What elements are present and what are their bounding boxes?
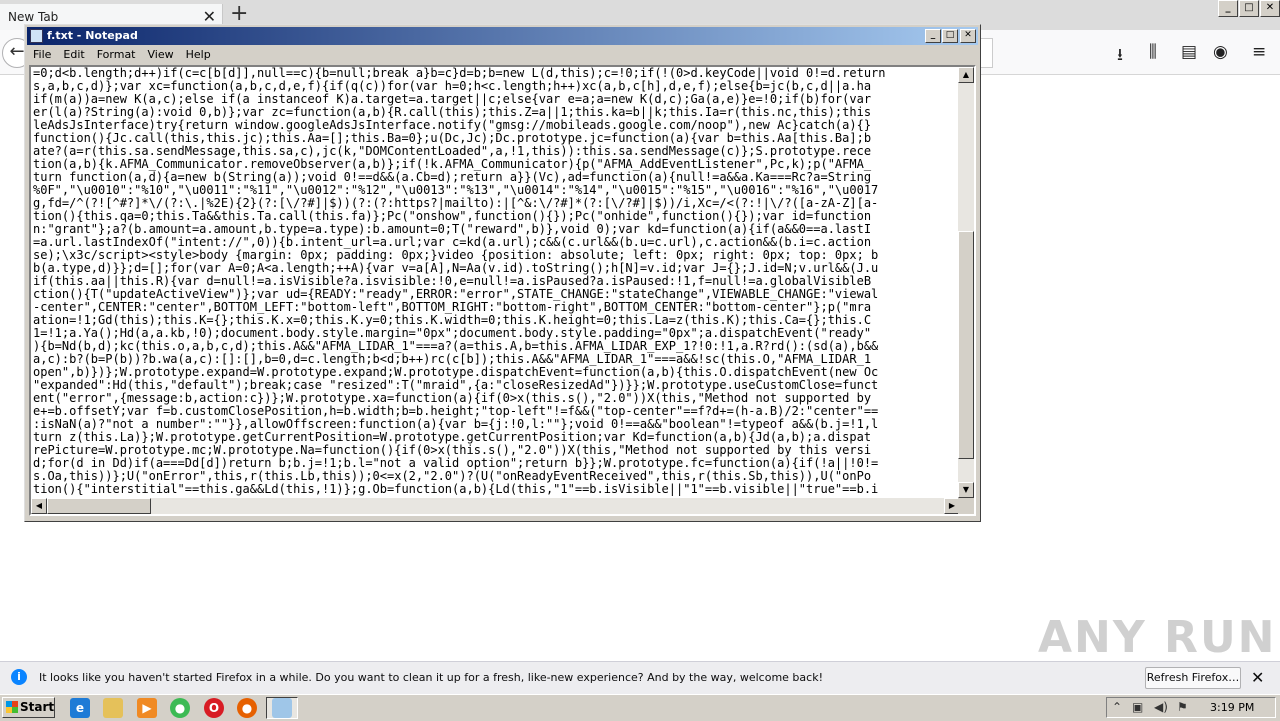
scroll-down-button[interactable]: ▼ xyxy=(958,482,974,498)
menu-icon[interactable]: ≡ xyxy=(1252,42,1266,62)
firefox-window-controls: _ □ ✕ xyxy=(1217,0,1280,17)
text-line: tion(){"interstitial"==this.ga&&Ld(this,… xyxy=(33,482,879,496)
media-player-icon[interactable]: ▶ xyxy=(137,698,157,718)
notepad-title-bar[interactable]: f.txt - Notepad _ □ ✕ xyxy=(27,27,978,45)
tray-expand-icon[interactable]: ⌃ xyxy=(1112,700,1122,714)
notepad-icon xyxy=(272,698,292,718)
window-title: f.txt - Notepad xyxy=(47,29,138,42)
opera-icon[interactable]: O xyxy=(204,698,224,718)
notification-close-icon[interactable]: ✕ xyxy=(1251,668,1264,687)
text-content[interactable]: =0;d<b.length;d++)if(c=c[b[d]],null==c){… xyxy=(31,67,960,498)
system-tray: ⌃ ▣ ◀) ⚑ 3:19 PM xyxy=(1106,697,1276,718)
windows-logo-icon xyxy=(6,701,18,713)
volume-icon[interactable]: ◀) xyxy=(1154,700,1168,714)
minimize-button[interactable]: _ xyxy=(1218,0,1238,17)
notepad-close-button[interactable]: ✕ xyxy=(960,29,976,43)
clock[interactable]: 3:19 PM xyxy=(1210,701,1254,714)
url-bar[interactable] xyxy=(980,38,993,68)
start-label: Start xyxy=(20,700,55,714)
taskbar-notepad-active[interactable] xyxy=(266,697,298,719)
firefox-icon[interactable]: ● xyxy=(237,698,257,718)
notepad-window-controls: _ □ ✕ xyxy=(924,29,976,43)
notepad-minimize-button[interactable]: _ xyxy=(925,29,941,43)
chrome-icon[interactable]: ● xyxy=(170,698,190,718)
folder-icon[interactable] xyxy=(103,698,123,718)
notepad-maximize-button[interactable]: □ xyxy=(942,29,958,43)
vertical-scroll-thumb[interactable] xyxy=(958,231,974,459)
horizontal-scrollbar[interactable]: ◀ ▶ xyxy=(31,498,960,514)
action-center-icon[interactable]: ⚑ xyxy=(1177,700,1188,714)
refresh-notification-bar: i It looks like you haven't started Fire… xyxy=(0,661,1280,694)
maximize-button[interactable]: □ xyxy=(1239,0,1259,17)
anyrun-watermark: ANY RUN xyxy=(1038,612,1277,663)
menu-help[interactable]: Help xyxy=(180,46,217,64)
horizontal-scroll-thumb[interactable] xyxy=(47,498,151,514)
vertical-scrollbar[interactable]: ▲ ▼ xyxy=(958,67,974,498)
notepad-window: f.txt - Notepad _ □ ✕ File Edit Format V… xyxy=(24,24,981,522)
download-icon[interactable]: ⭳ xyxy=(1117,42,1123,71)
menu-edit[interactable]: Edit xyxy=(57,46,90,64)
scroll-left-button[interactable]: ◀ xyxy=(31,498,47,514)
taskbar: Start e ▶ ● O ● ⌃ ▣ ◀) ⚑ 3:19 PM xyxy=(0,694,1280,721)
info-icon: i xyxy=(11,669,27,685)
notepad-icon xyxy=(30,29,43,43)
refresh-firefox-button[interactable]: Refresh Firefox… xyxy=(1145,667,1241,689)
size-grip[interactable] xyxy=(958,498,974,514)
menu-format[interactable]: Format xyxy=(91,46,142,64)
notification-message: It looks like you haven't started Firefo… xyxy=(39,671,823,684)
menu-view[interactable]: View xyxy=(142,46,180,64)
start-button[interactable]: Start xyxy=(2,697,55,718)
notepad-edit-area[interactable]: =0;d<b.length;d++)if(c=c[b[d]],null==c){… xyxy=(29,65,976,516)
tab-label: New Tab xyxy=(8,10,59,24)
new-tab-button[interactable]: + xyxy=(230,2,248,26)
notepad-menu-bar: File Edit Format View Help xyxy=(27,46,978,64)
scroll-up-button[interactable]: ▲ xyxy=(958,67,974,83)
sidebar-icon[interactable]: ▤ xyxy=(1181,42,1197,62)
ie-icon[interactable]: e xyxy=(70,698,90,718)
account-icon[interactable]: ◉ xyxy=(1213,42,1228,62)
close-button[interactable]: ✕ xyxy=(1260,0,1280,17)
network-icon[interactable]: ▣ xyxy=(1132,700,1143,714)
library-icon[interactable]: ⫼ xyxy=(1149,42,1157,62)
menu-file[interactable]: File xyxy=(27,46,57,64)
